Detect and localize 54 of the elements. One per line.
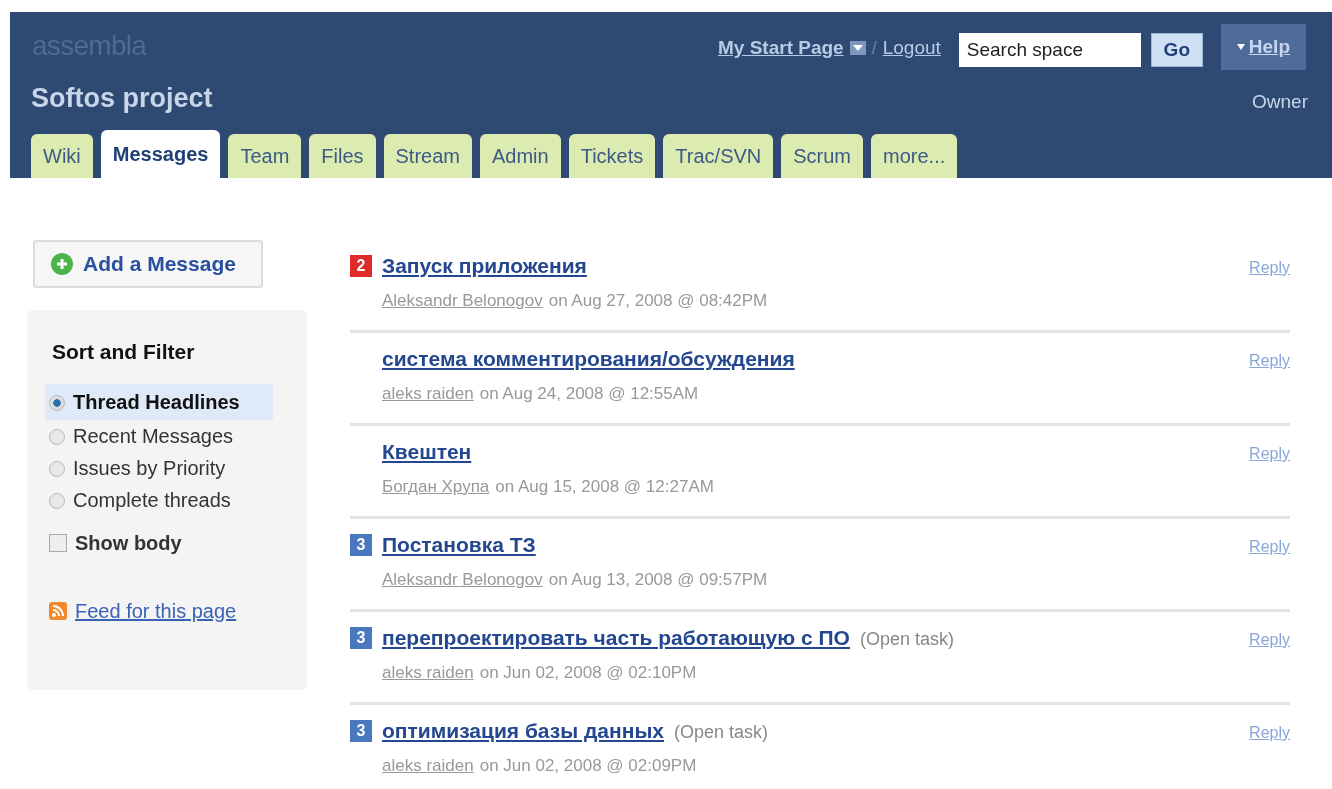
go-button[interactable]: Go (1150, 33, 1203, 67)
help-button[interactable]: Help (1220, 24, 1306, 70)
status-label: (Open task) (674, 721, 769, 744)
caret-icon (1236, 44, 1245, 50)
separator: / (871, 36, 877, 60)
tab[interactable]: Team (228, 134, 302, 178)
message-date: on Jun 02, 2008 @ 02:09PM (479, 754, 697, 777)
feed-link[interactable]: Feed for this page (75, 595, 237, 626)
tab[interactable]: Admin (480, 134, 561, 178)
filter-title: Sort and Filter (52, 339, 196, 365)
priority-badge: 2 (350, 255, 372, 277)
project-title: Softos project (31, 82, 213, 115)
role-label: Owner (1252, 90, 1308, 114)
priority-badge: 3 (350, 534, 372, 556)
filter-option[interactable]: Recent Messages (45, 419, 273, 452)
message-title-link[interactable]: перепроектировать часть работающую с ПО (382, 622, 850, 654)
tab[interactable]: Files (309, 134, 376, 178)
author-link[interactable]: Aleksandr Belonogov (382, 287, 543, 313)
priority-badge: 3 (350, 720, 372, 742)
show-body-checkbox[interactable]: Show body (45, 527, 289, 558)
logout-link[interactable]: Logout (882, 34, 941, 63)
message-date: on Aug 15, 2008 @ 12:27AM (495, 475, 714, 498)
tab[interactable]: more... (871, 134, 958, 178)
author-link[interactable]: aleks raiden (382, 659, 474, 685)
tab[interactable]: Messages (100, 130, 221, 178)
author-link[interactable]: aleks raiden (382, 752, 474, 778)
filter-option[interactable]: Complete threads (45, 483, 273, 516)
author-link[interactable]: Aleksandr Belonogov (382, 566, 543, 592)
message-date: on Aug 13, 2008 @ 09:57PM (548, 568, 768, 591)
message-title-link[interactable]: Постановка ТЗ (382, 529, 536, 561)
priority-badge: 3 (350, 627, 372, 649)
dropdown-icon[interactable] (849, 41, 866, 56)
search-field[interactable]: Search space (958, 33, 1141, 67)
tab[interactable]: Trac/SVN (663, 134, 774, 178)
message-date: on Aug 27, 2008 @ 08:42PM (548, 289, 768, 312)
status-label: (Open task) (859, 628, 954, 651)
author-link[interactable]: Богдан Хрупа (382, 473, 490, 499)
tab[interactable]: Stream (383, 134, 472, 178)
message-date: on Aug 24, 2008 @ 12:55AM (479, 382, 699, 405)
message-title-link[interactable]: Запуск приложения (382, 250, 587, 282)
tab[interactable]: Wiki (31, 134, 93, 178)
plus-circle-icon (51, 253, 73, 275)
message-title-link[interactable]: Квештен (382, 436, 472, 468)
filter-option[interactable]: Issues by Priority (45, 451, 273, 484)
message-date: on Jun 02, 2008 @ 02:10PM (479, 661, 697, 684)
add-message-button[interactable]: Add a Message (33, 240, 263, 288)
start-page-link[interactable]: My Start Page (718, 34, 844, 63)
tab[interactable]: Scrum (781, 134, 864, 178)
tab[interactable]: Tickets (568, 134, 656, 178)
rss-icon (49, 601, 67, 620)
message-title-link[interactable]: система комментирования/обсуждения (382, 343, 795, 375)
author-link[interactable]: aleks raiden (382, 380, 474, 406)
filter-option[interactable]: Thread Headlines (45, 383, 273, 420)
message-title-link[interactable]: оптимизация базы данных (382, 715, 664, 747)
